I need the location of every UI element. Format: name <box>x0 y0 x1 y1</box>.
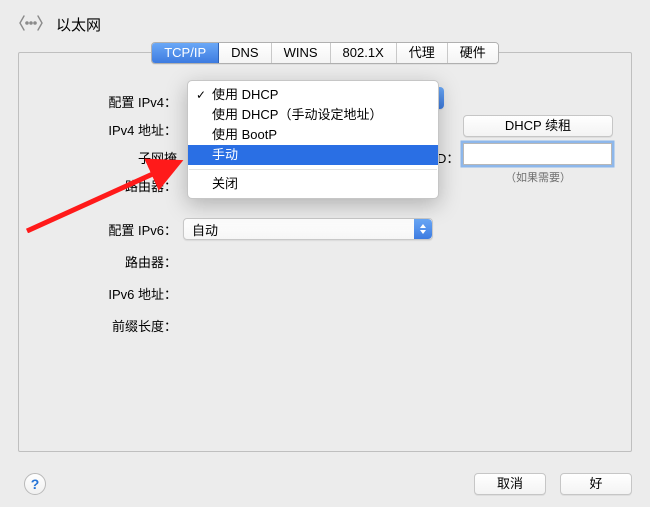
label-router-v6: 路由器： <box>19 252 183 271</box>
tab-hardware[interactable]: 硬件 <box>448 43 498 63</box>
configure-ipv6-value: 自动 <box>192 220 218 239</box>
dropdown-item-bootp[interactable]: 使用 BootP <box>188 125 438 145</box>
tab-dns[interactable]: DNS <box>219 43 271 63</box>
label-prefix-length: 前缀长度： <box>19 316 183 335</box>
tab-8021x[interactable]: 802.1X <box>331 43 397 63</box>
ok-button[interactable]: 好 <box>560 473 632 495</box>
dropdown-item-dhcp-manual[interactable]: 使用 DHCP（手动设定地址） <box>188 105 438 125</box>
page-title: 以太网 <box>56 14 101 35</box>
ethernet-icon <box>18 10 44 39</box>
tab-proxy[interactable]: 代理 <box>397 43 448 63</box>
dropdown-separator <box>189 169 437 170</box>
configure-ipv4-dropdown: 使用 DHCP 使用 DHCP（手动设定地址） 使用 BootP 手动 关闭 <box>187 80 439 199</box>
tab-strip: TCP/IP DNS WINS 802.1X 代理 硬件 <box>151 42 499 64</box>
label-subnet-mask: 子网掩 <box>19 148 183 167</box>
cancel-button[interactable]: 取消 <box>474 473 546 495</box>
dropdown-item-off[interactable]: 关闭 <box>188 174 438 194</box>
label-configure-ipv4: 配置 IPv4： <box>19 92 183 111</box>
label-configure-ipv6: 配置 IPv6： <box>19 220 183 239</box>
chevron-up-down-icon <box>414 219 432 239</box>
dropdown-item-dhcp[interactable]: 使用 DHCP <box>188 85 438 105</box>
settings-panel: TCP/IP DNS WINS 802.1X 代理 硬件 DHCP 续租 D： … <box>18 52 632 452</box>
label-ipv4-address: IPv4 地址： <box>19 120 183 139</box>
dropdown-item-manual[interactable]: 手动 <box>188 145 438 165</box>
configure-ipv6-select[interactable]: 自动 <box>183 218 433 240</box>
tab-tcpip[interactable]: TCP/IP <box>152 43 219 63</box>
label-router-v4: 路由器： <box>19 176 183 195</box>
tab-wins[interactable]: WINS <box>272 43 331 63</box>
label-ipv6-address: IPv6 地址： <box>19 284 183 303</box>
